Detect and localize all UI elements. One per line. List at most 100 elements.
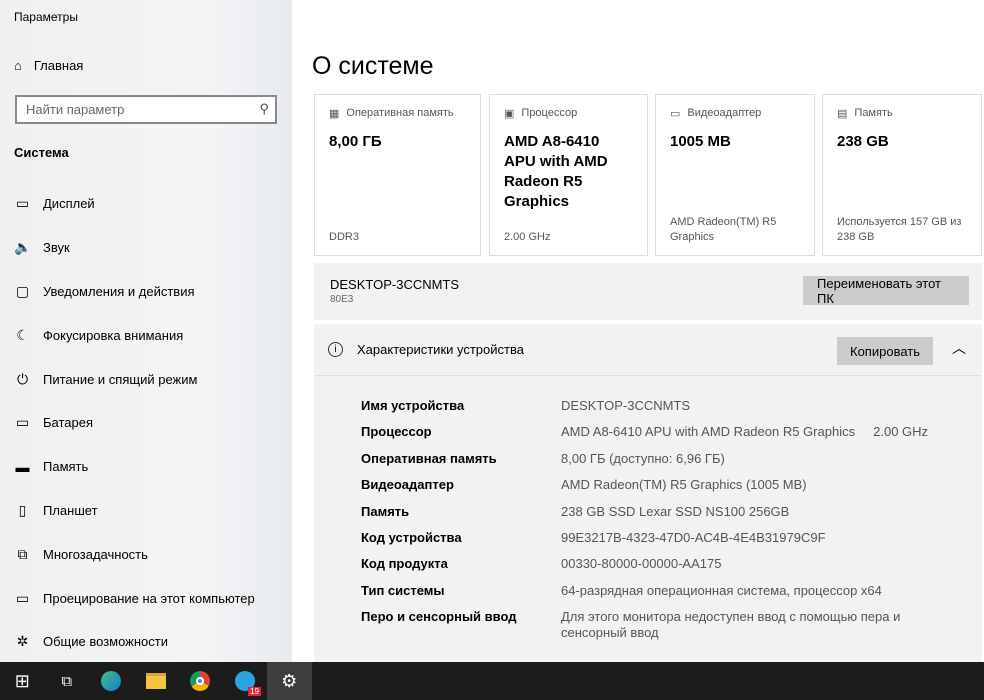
- card-value: 8,00 ГБ: [329, 133, 382, 150]
- nav-icon: ▢: [15, 282, 30, 299]
- sidebar-item-label: Уведомления и действия: [43, 283, 195, 299]
- sidebar-item[interactable]: ✲ Общие возможности: [0, 620, 292, 664]
- search-icon[interactable]: ⚲: [259, 101, 269, 117]
- search-input[interactable]: Найти параметр ⚲: [15, 95, 277, 124]
- telegram-badge: 19: [248, 687, 261, 696]
- card-value: AMD A8-6410 APU with AMD Radeon R5 Graph…: [504, 133, 608, 210]
- nav-icon: ⏻: [16, 370, 29, 387]
- spec-value: DESKTOP-3CCNMTS: [561, 398, 691, 413]
- card-label: Память: [854, 107, 893, 119]
- telegram-icon[interactable]: 19: [223, 662, 268, 700]
- spec-value: 8,00 ГБ (доступно: 6,96 ГБ): [561, 450, 725, 466]
- sidebar-item-label: Питание и спящий режим: [43, 371, 198, 387]
- summary-card: ▦ Оперативная память 8,00 ГБ DDR3: [314, 94, 481, 256]
- nav-icon: ▭: [15, 195, 30, 212]
- card-icon: ▭: [670, 108, 681, 120]
- spec-row: Имя устройства DESKTOP-3CCNMTS: [361, 398, 982, 424]
- nav-icon: ▬: [15, 458, 30, 475]
- spec-key: Перо и сенсорный ввод: [361, 609, 517, 625]
- spec-row: Процессор AMD A8-6410 APU with AMD Radeon…: [361, 424, 982, 450]
- nav-icon: ✲: [16, 633, 29, 650]
- taskbar: ⊞ ⧉ 19 ⚙: [0, 662, 984, 700]
- sidebar-item[interactable]: ▭ Батарея: [0, 401, 292, 445]
- sidebar-item[interactable]: ▬ Память: [0, 445, 292, 489]
- sidebar: Параметры ⌂ Главная Найти параметр ⚲ Систе…: [0, 0, 292, 662]
- spec-key: Видеоадаптер: [361, 477, 454, 493]
- sidebar-item[interactable]: ⏻ Питание и спящий режим: [0, 357, 292, 401]
- sidebar-item-label: Общие возможности: [43, 634, 169, 650]
- settings-icon[interactable]: ⚙: [267, 662, 312, 700]
- card-value: 238 GB: [837, 133, 889, 150]
- home-label: Главная: [33, 58, 84, 73]
- info-icon: i: [328, 342, 343, 357]
- spec-key: Память: [361, 503, 410, 519]
- sidebar-item[interactable]: ▢ Уведомления и действия: [0, 270, 292, 314]
- card-subtext: Используется 157 GB из 238 GB: [837, 216, 962, 243]
- sidebar-item-label: Фокусировка внимания: [43, 327, 184, 343]
- card-label: Видеоадаптер: [687, 107, 762, 119]
- spec-value: AMD A8-6410 APU with AMD Radeon R5 Graph…: [561, 424, 929, 440]
- task-view-icon[interactable]: ⧉: [45, 662, 90, 700]
- chrome-icon[interactable]: [178, 662, 223, 700]
- sidebar-item[interactable]: ▯ Планшет: [0, 489, 292, 533]
- card-subtext: DDR3: [329, 231, 359, 243]
- spec-key: Тип системы: [361, 582, 445, 598]
- sidebar-item-label: Планшет: [43, 502, 98, 518]
- section-heading: Система: [14, 145, 69, 160]
- card-icon: ▦: [329, 108, 340, 120]
- spec-row: Память 238 GB SSD Lexar SSD NS100 256GB: [361, 504, 982, 530]
- card-subtext: AMD Radeon(TM) R5 Graphics: [670, 216, 777, 243]
- home-icon: ⌂: [14, 58, 22, 73]
- card-subtext: 2.00 GHz: [504, 231, 551, 243]
- sidebar-item-label: Батарея: [43, 415, 94, 431]
- sidebar-item[interactable]: ▭ Дисплей: [0, 182, 292, 226]
- sidebar-item[interactable]: ▭ Проецирование на этот компьютер: [0, 576, 292, 620]
- nav-icon: 🔈: [14, 239, 32, 256]
- sidebar-item-label: Дисплей: [43, 196, 95, 212]
- rename-pc-button[interactable]: Переименовать этот ПК: [803, 276, 969, 306]
- card-icon: ▤: [837, 108, 848, 120]
- sidebar-item[interactable]: ☾ Фокусировка внимания: [0, 313, 292, 357]
- spec-row: Код устройства 99E3217B-4323-47D0-AC4B-4E…: [361, 530, 982, 556]
- edge-icon[interactable]: [89, 662, 134, 700]
- sidebar-item[interactable]: ⧉ Многозадачность: [0, 532, 292, 576]
- spec-row: Тип системы 64-разрядная операционная сис…: [361, 583, 982, 609]
- spec-key: Оперативная память: [361, 450, 497, 466]
- start-icon[interactable]: ⊞: [0, 662, 45, 700]
- summary-card: ▣ Процессор AMD A8-6410 APU with AMD Radeo…: [489, 94, 648, 256]
- nav-icon: ▯: [18, 501, 27, 518]
- chevron-up-icon[interactable]: ︿: [952, 338, 966, 358]
- spec-value: 238 GB SSD Lexar SSD NS100 256GB: [561, 503, 790, 519]
- card-value: 1005 MB: [670, 133, 731, 150]
- copy-button[interactable]: Копировать: [837, 337, 933, 365]
- device-name-panel: DESKTOP-3CCNMTS 80E3 Переименовать этот …: [314, 263, 982, 320]
- summary-card: ▤ Память 238 GB Используется 157 GB из 238 …: [822, 94, 982, 256]
- nav-list: ▭ Дисплей 🔈 Звук ▢ Уведомления и действия ☾ Фок…: [0, 182, 292, 664]
- card-icon: ▣: [504, 108, 515, 120]
- spec-value: 64-разрядная операционная система, проце…: [561, 582, 882, 598]
- file-explorer-icon[interactable]: [134, 662, 179, 700]
- sidebar-item-label: Многозадачность: [43, 546, 148, 562]
- spec-row: Код продукта 00330-80000-00000-AA175: [361, 556, 982, 582]
- sidebar-item-label: Проецирование на этот компьютер: [43, 590, 255, 606]
- nav-icon: ▭: [15, 589, 30, 606]
- spec-value: AMD Radeon(TM) R5 Graphics (1005 MB): [561, 477, 807, 493]
- spec-value: Для этого монитора недоступен ввод с пом…: [561, 609, 904, 641]
- sidebar-item-label: Память: [43, 459, 89, 475]
- app-title: Параметры: [14, 10, 78, 24]
- spec-key: Код устройства: [361, 529, 462, 545]
- spec-key: Код продукта: [361, 556, 448, 572]
- sidebar-item[interactable]: 🔈 Звук: [0, 226, 292, 270]
- spec-row: Оперативная память 8,00 ГБ (доступно: 6,9…: [361, 451, 982, 477]
- sidebar-home[interactable]: ⌂ Главная: [14, 58, 83, 73]
- specs-header[interactable]: i Характеристики устройства Копировать ︿: [314, 324, 982, 376]
- summary-card: ▭ Видеоадаптер 1005 MB AMD Radeon(TM) R5 Gr…: [655, 94, 815, 256]
- nav-icon: ☾: [16, 326, 29, 343]
- spec-row: Перо и сенсорный ввод Для этого монитора …: [361, 609, 982, 641]
- spec-value: 99E3217B-4323-47D0-AC4B-4E4B31979C9F: [561, 529, 826, 545]
- card-label: Процессор: [521, 107, 578, 119]
- spec-key: Имя устройства: [361, 398, 465, 413]
- spec-key: Процессор: [361, 424, 432, 440]
- device-specs-panel: i Характеристики устройства Копировать ︿…: [314, 324, 982, 662]
- nav-icon: ▭: [15, 414, 30, 431]
